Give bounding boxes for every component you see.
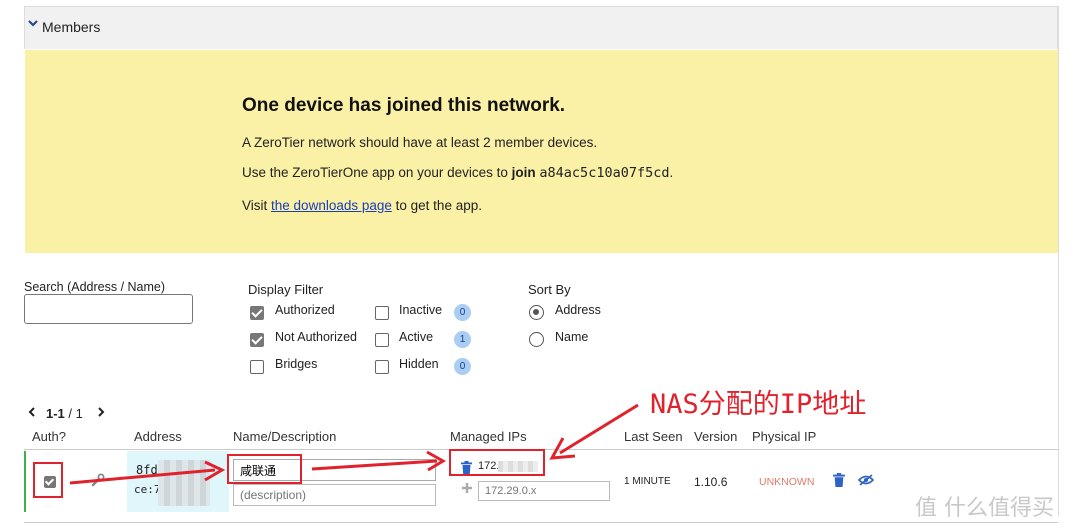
banner-line-3: Visit the downloads page to get the app.: [242, 198, 482, 213]
hidden-checkbox[interactable]: [375, 360, 389, 374]
address-blur: [158, 460, 210, 506]
watermark: 值 什么值得买: [915, 496, 1054, 521]
highlight-auth: [33, 462, 63, 498]
header-address: Address: [134, 429, 182, 444]
highlight-name: [227, 454, 302, 484]
pager-total: / 1: [68, 406, 83, 421]
annotation-label: NAS分配的IP地址: [650, 389, 867, 420]
banner-line-3-prefix: Visit: [242, 198, 268, 213]
sort-name-label: Name: [555, 330, 589, 344]
header-auth: Auth?: [32, 429, 66, 444]
members-header[interactable]: [24, 6, 1058, 49]
inactive-label: Inactive: [399, 303, 443, 317]
sort-by-title: Sort By: [528, 282, 571, 297]
inactive-checkbox[interactable]: [375, 306, 389, 320]
authorized-label: Authorized: [275, 303, 335, 317]
members-title[interactable]: Members: [42, 19, 100, 35]
header-physical-ip: Physical IP: [752, 429, 817, 444]
chevron-right-icon[interactable]: [97, 407, 105, 417]
bridges-checkbox[interactable]: [250, 360, 264, 374]
sort-name-radio[interactable]: [529, 332, 544, 347]
bridges-label: Bridges: [275, 357, 318, 371]
chevron-down-icon[interactable]: [27, 17, 39, 29]
not-authorized-checkbox[interactable]: [250, 333, 264, 347]
network-id: a84ac5c10a07f5cd: [539, 165, 670, 181]
pager-text: 1-1 / 1: [46, 406, 83, 421]
sort-address-radio[interactable]: [529, 305, 544, 320]
header-name: Name/Description: [233, 429, 337, 444]
hide-member-icon[interactable]: [858, 474, 874, 486]
delete-member-icon[interactable]: [833, 473, 845, 487]
banner-line-2: Use the ZeroTierOne app on your devices …: [242, 165, 673, 181]
display-filter-title: Display Filter: [248, 282, 324, 297]
authorized-checkbox[interactable]: [250, 306, 264, 320]
inactive-count-badge: 0: [454, 304, 471, 321]
banner-line-2-suffix: .: [669, 165, 674, 180]
hidden-label: Hidden: [399, 357, 439, 371]
arrow-head-3: [549, 437, 576, 460]
version-value: 1.10.6: [694, 475, 728, 489]
description-input[interactable]: [233, 484, 436, 506]
info-banner: [25, 50, 1058, 253]
address-line-1: 8fd: [136, 463, 158, 477]
chevron-left-icon[interactable]: [28, 407, 36, 417]
search-input[interactable]: [24, 294, 193, 324]
plus-icon[interactable]: [461, 482, 473, 494]
last-seen-value: 1 MINUTE: [624, 476, 671, 487]
header-last-seen: Last Seen: [624, 429, 683, 444]
highlight-ip: [449, 449, 545, 476]
physical-ip-value: UNKNOWN: [759, 476, 815, 488]
sort-address-label: Address: [555, 303, 601, 317]
banner-line-3-suffix: to get the app.: [395, 198, 482, 213]
banner-line-1: A ZeroTier network should have at least …: [242, 135, 598, 150]
panel-border: [1058, 6, 1059, 516]
not-authorized-label: Not Authorized: [275, 330, 357, 344]
banner-title: One device has joined this network.: [242, 95, 566, 116]
pager-range: 1-1: [46, 406, 65, 421]
hidden-count-badge: 0: [454, 358, 471, 375]
search-label: Search (Address / Name): [24, 280, 166, 294]
banner-line-2-text: Use the ZeroTierOne app on your devices …: [242, 165, 508, 180]
header-managed-ips: Managed IPs: [450, 429, 527, 444]
wrench-icon[interactable]: [91, 473, 105, 487]
add-ip-input[interactable]: [478, 481, 610, 501]
active-checkbox[interactable]: [375, 333, 389, 347]
downloads-page-link[interactable]: the downloads page: [271, 198, 392, 213]
active-indicator: [24, 451, 26, 512]
banner-join-word: join: [511, 165, 536, 180]
active-count-badge: 1: [454, 331, 471, 348]
header-version: Version: [694, 429, 738, 444]
row-divider: [24, 522, 1058, 523]
active-label: Active: [399, 330, 434, 344]
